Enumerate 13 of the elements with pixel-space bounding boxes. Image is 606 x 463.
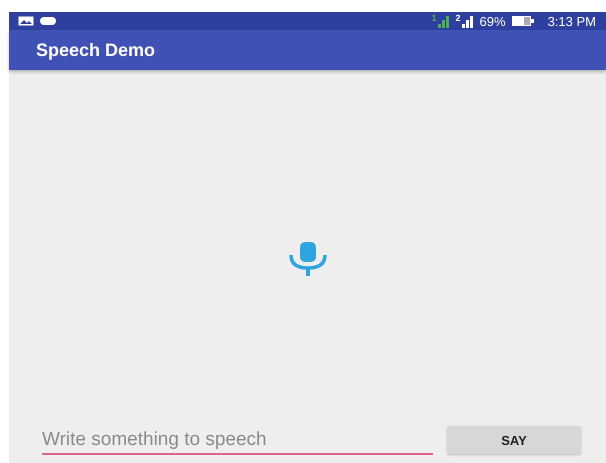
speech-text-field[interactable]: Write something to speech [42, 427, 433, 455]
clock: 3:13 PM [548, 14, 596, 28]
signal-icon [462, 14, 474, 28]
signal-icon [438, 14, 450, 28]
sim-label: 1 [432, 14, 437, 23]
image-icon [18, 16, 34, 26]
microphone-icon[interactable] [288, 242, 326, 276]
app-title: Speech Demo [36, 40, 156, 60]
sim-label: 2 [456, 14, 461, 23]
battery-icon [512, 16, 534, 26]
say-button[interactable]: SAY [447, 426, 581, 454]
battery-percent: 69% [480, 14, 506, 28]
chat-icon [40, 16, 56, 26]
